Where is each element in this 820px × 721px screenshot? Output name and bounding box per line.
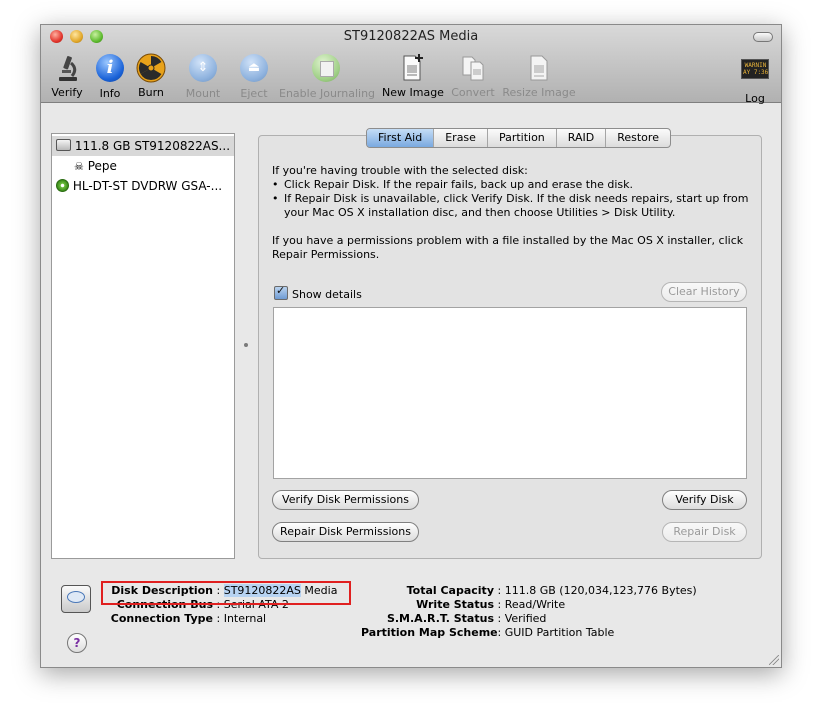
resize-grip[interactable]	[769, 655, 779, 665]
highlight-box	[101, 581, 351, 605]
volume-icon: ☠	[74, 160, 84, 173]
show-details-label: Show details	[292, 288, 362, 301]
eject-icon: ⏏	[239, 54, 269, 84]
disk-list-sidebar: 111.8 GB ST9120822AS... ☠ Pepe HL-DT-ST …	[51, 133, 235, 559]
tab-raid[interactable]: RAID	[557, 129, 607, 147]
burn-button[interactable]: Burn	[135, 53, 167, 99]
enable-journaling-button[interactable]: Enable Journaling	[279, 53, 376, 100]
connection-type-row: Connection Type : Internal	[103, 612, 266, 625]
splitter-handle[interactable]	[244, 343, 248, 347]
disk-large-icon	[61, 585, 91, 613]
burn-label: Burn	[138, 86, 164, 99]
first-aid-instructions: If you're having trouble with the select…	[272, 164, 752, 262]
repair-disk-button[interactable]: Repair Disk	[662, 522, 747, 542]
verify-disk-button[interactable]: Verify Disk	[662, 490, 747, 510]
total-capacity-row: Total Capacity : 111.8 GB (120,034,123,7…	[361, 584, 697, 597]
partition-map-key: Partition Map Scheme	[361, 626, 498, 639]
write-status-row: Write Status : Read/Write	[361, 598, 565, 611]
repair-disk-permissions-button[interactable]: Repair Disk Permissions	[272, 522, 419, 542]
partition-map-row: Partition Map Scheme : GUID Partition Ta…	[361, 626, 614, 639]
tab-first-aid[interactable]: First Aid	[367, 129, 435, 147]
hard-disk-icon	[56, 139, 71, 151]
journaling-icon	[311, 54, 341, 84]
permissions-text: If you have a permissions problem with a…	[272, 234, 744, 261]
partition-map-value: GUID Partition Table	[504, 626, 615, 639]
sidebar-item-label: Pepe	[87, 159, 117, 173]
sidebar-item-label: HL-DT-ST DVDRW GSA-...	[72, 179, 223, 193]
tab-restore[interactable]: Restore	[606, 129, 670, 147]
mount-label: Mount	[185, 87, 221, 100]
show-details-checkbox[interactable]: Show details	[274, 284, 362, 301]
smart-status-key: S.M.A.R.T. Status	[386, 612, 494, 625]
intro-text: If you're having trouble with the select…	[272, 164, 528, 177]
write-status-key: Write Status	[416, 598, 494, 611]
checkbox-checked-icon	[274, 284, 288, 300]
separator: :	[497, 612, 502, 625]
tab-erase[interactable]: Erase	[434, 129, 488, 147]
total-capacity-key: Total Capacity	[406, 584, 494, 597]
eject-label: Eject	[240, 87, 268, 100]
convert-button[interactable]: Convert	[450, 53, 496, 99]
connection-type-value: Internal	[223, 612, 267, 625]
bullet-verify: If Repair Disk is unavailable, click Ver…	[272, 192, 752, 220]
enable-journaling-label: Enable Journaling	[279, 87, 376, 100]
smart-status-value: Verified	[504, 612, 547, 625]
resize-image-label: Resize Image	[502, 86, 576, 99]
help-button[interactable]: ?	[67, 633, 87, 653]
smart-status-row: S.M.A.R.T. Status : Verified	[361, 612, 546, 625]
verify-button[interactable]: Verify	[49, 53, 85, 99]
connection-type-key: Connection Type	[110, 612, 213, 625]
resize-image-icon	[524, 53, 554, 83]
separator: :	[216, 612, 221, 625]
clear-history-button[interactable]: Clear History	[661, 282, 747, 302]
microscope-icon	[52, 53, 82, 83]
sidebar-item-hard-disk[interactable]: 111.8 GB ST9120822AS...	[52, 136, 234, 156]
window-title: ST9120822AS Media	[343, 29, 479, 44]
toolbar: ST9120822AS Media Verify i Info Burn ⇕ M…	[41, 25, 781, 105]
details-log-area[interactable]	[273, 307, 747, 479]
mount-icon: ⇕	[188, 54, 218, 84]
separator: :	[497, 584, 502, 597]
verify-label: Verify	[51, 86, 83, 99]
info-button[interactable]: i Info	[95, 53, 125, 100]
total-capacity-value: 111.8 GB (120,034,123,776 Bytes)	[504, 584, 697, 597]
tab-partition[interactable]: Partition	[488, 129, 557, 147]
resize-image-button[interactable]: Resize Image	[502, 53, 576, 99]
toolbar-toggle-button[interactable]	[753, 32, 773, 42]
new-image-label: New Image	[382, 86, 444, 99]
log-icon: WARNIN AY 7:36	[740, 59, 770, 89]
info-icon: i	[95, 54, 125, 84]
separator: :	[497, 626, 502, 639]
eject-button[interactable]: ⏏ Eject	[237, 53, 271, 100]
log-button[interactable]: WARNIN AY 7:36 Log	[738, 53, 772, 105]
sidebar-item-optical-drive[interactable]: HL-DT-ST DVDRW GSA-...	[56, 176, 222, 196]
sidebar-item-label: 111.8 GB ST9120822AS...	[74, 139, 231, 153]
log-screen-text: WARNIN AY 7:36	[741, 59, 769, 79]
convert-label: Convert	[451, 86, 495, 99]
new-image-icon	[397, 53, 427, 83]
bullet-repair: Click Repair Disk. If the repair fails, …	[272, 178, 752, 192]
new-image-button[interactable]: New Image	[382, 53, 444, 99]
sidebar-item-pepe[interactable]: ☠ Pepe	[74, 156, 117, 176]
write-status-value: Read/Write	[504, 598, 566, 611]
verify-disk-permissions-button[interactable]: Verify Disk Permissions	[272, 490, 419, 510]
log-label: Log	[745, 92, 765, 105]
mount-button[interactable]: ⇕ Mount	[183, 53, 223, 100]
disk-utility-window: ST9120822AS Media Verify i Info Burn ⇕ M…	[40, 24, 782, 668]
burn-icon	[136, 53, 166, 83]
convert-icon	[458, 53, 488, 83]
separator: :	[497, 598, 502, 611]
info-label: Info	[99, 87, 121, 100]
tab-bar: First Aid Erase Partition RAID Restore	[366, 128, 671, 148]
optical-drive-icon	[56, 179, 69, 192]
